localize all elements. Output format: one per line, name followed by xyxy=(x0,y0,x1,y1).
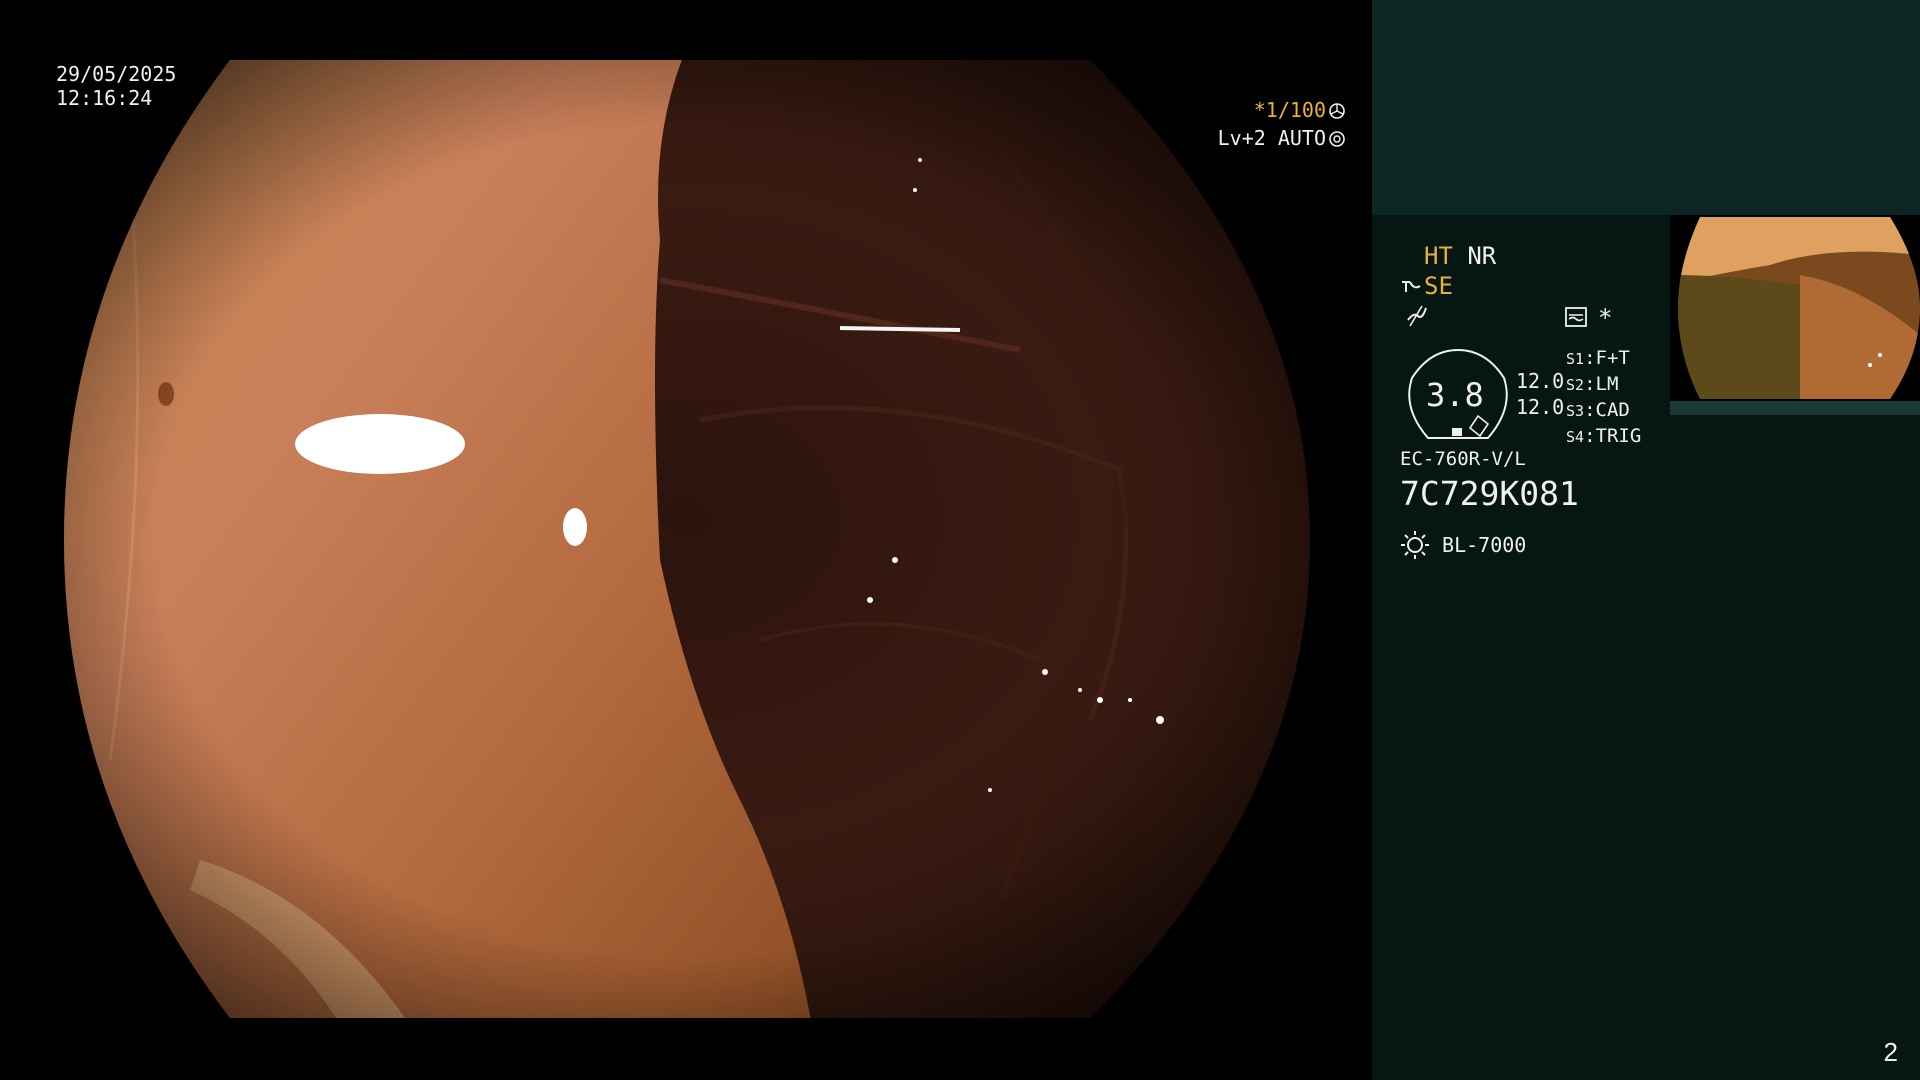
scope-serial: 7C729K081 xyxy=(1400,474,1579,513)
exposure-readout: Lv+2 AUTO xyxy=(1218,126,1346,150)
switch-key-s1: S1 xyxy=(1566,350,1585,368)
gauge-value: 3.8 xyxy=(1426,376,1484,414)
switch-key-s2: S2 xyxy=(1566,376,1585,394)
switch-label-s1: F+T xyxy=(1595,347,1630,369)
switch-key-s4: S4 xyxy=(1566,428,1585,446)
time-text: 12:16:24 xyxy=(56,86,153,110)
level-text: Lv+2 xyxy=(1217,126,1266,150)
endoscopic-image xyxy=(64,60,1310,1018)
switch-label-s3: CAD xyxy=(1595,399,1630,421)
switch-assignments: S1:F+T S2:LM S3:CAD S4:TRIG xyxy=(1566,347,1642,447)
shutter-readout: *1/100 xyxy=(1254,98,1346,122)
image-capture-icon xyxy=(1565,307,1587,327)
light-source-icon xyxy=(1401,531,1429,559)
thumbnail-caption-bar xyxy=(1670,401,1920,415)
se-label: SE xyxy=(1424,272,1453,300)
iris-icon xyxy=(1329,131,1345,147)
shutter-star: * xyxy=(1253,98,1266,122)
light-source-row: BL-7000 xyxy=(1400,530,1526,560)
switch-label-s2: LM xyxy=(1595,373,1619,395)
endoscope-view: 29/05/2025 12:16:24 *1/100 Lv+2 AUTO xyxy=(0,0,1372,1080)
star-indicator: * xyxy=(1598,304,1613,332)
mode-text: AUTO xyxy=(1277,126,1326,150)
nr-label: NR xyxy=(1467,242,1497,270)
switch-key-s3: S3 xyxy=(1566,402,1585,420)
value-1: 12.0 xyxy=(1516,369,1565,393)
date-text: 29/05/2025 xyxy=(56,62,177,86)
info-panel: HT NR SE * 3.8 12.0 12.0 S1:F+T S2:LM S3… xyxy=(1372,0,1920,1080)
structure-enhancement-icon xyxy=(1402,281,1421,292)
switch-label-s4: TRIG xyxy=(1595,425,1642,447)
light-source-label: BL-7000 xyxy=(1442,533,1527,557)
ht-nr-row: HT NR xyxy=(1424,242,1496,270)
shutter-speed: 1/100 xyxy=(1265,98,1326,122)
color-enhance-icon xyxy=(1407,305,1427,327)
shutter-icon xyxy=(1329,103,1345,119)
values-column: 12.0 12.0 xyxy=(1516,368,1564,420)
page-number: 2 xyxy=(1883,1037,1898,1067)
value-2: 12.0 xyxy=(1516,395,1565,419)
thumbnail-image xyxy=(1678,217,1920,399)
se-row: SE xyxy=(1400,272,1453,300)
date-time-readout: 29/05/2025 12:16:24 xyxy=(56,62,176,110)
panel-header-area xyxy=(1372,0,1920,215)
scope-model: EC-760R-V/L xyxy=(1400,448,1526,470)
captured-thumbnail[interactable] xyxy=(1670,215,1920,401)
ht-label: HT xyxy=(1424,242,1453,270)
